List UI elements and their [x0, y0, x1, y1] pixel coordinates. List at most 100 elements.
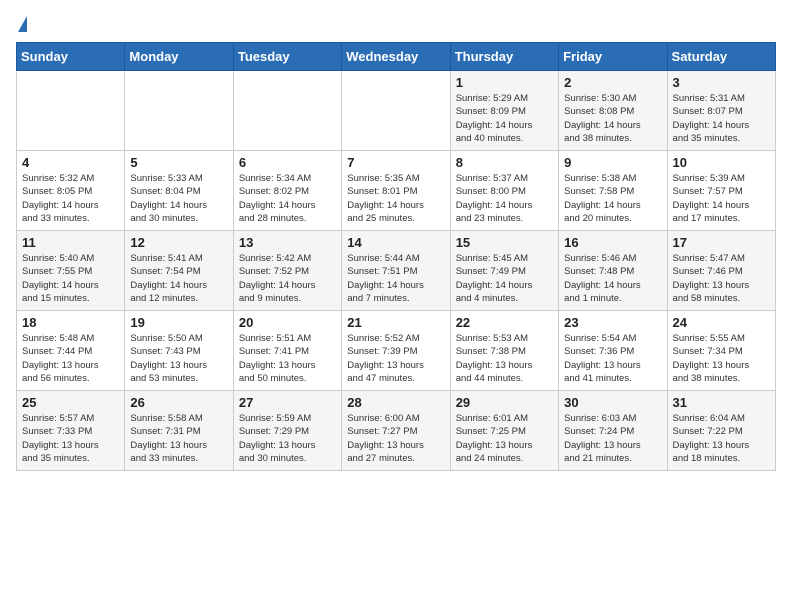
day-info: Sunrise: 6:04 AM Sunset: 7:22 PM Dayligh… [673, 412, 770, 465]
day-number: 12 [130, 235, 227, 250]
logo-arrow-icon [18, 16, 27, 32]
calendar-cell: 1 Sunrise: 5:29 AM Sunset: 8:09 PM Daylig… [450, 71, 558, 151]
day-number: 2 [564, 75, 661, 90]
calendar-cell [17, 71, 125, 151]
calendar-cell [342, 71, 450, 151]
day-info: Sunrise: 6:01 AM Sunset: 7:25 PM Dayligh… [456, 412, 553, 465]
weekday-header-row: SundayMondayTuesdayWednesdayThursdayFrid… [17, 43, 776, 71]
day-info: Sunrise: 5:53 AM Sunset: 7:38 PM Dayligh… [456, 332, 553, 385]
day-info: Sunrise: 5:39 AM Sunset: 7:57 PM Dayligh… [673, 172, 770, 225]
weekday-header-tuesday: Tuesday [233, 43, 341, 71]
day-number: 11 [22, 235, 119, 250]
calendar-cell: 10 Sunrise: 5:39 AM Sunset: 7:57 PM Dayli… [667, 151, 775, 231]
day-number: 21 [347, 315, 444, 330]
day-info: Sunrise: 5:57 AM Sunset: 7:33 PM Dayligh… [22, 412, 119, 465]
day-number: 4 [22, 155, 119, 170]
day-number: 26 [130, 395, 227, 410]
day-info: Sunrise: 5:46 AM Sunset: 7:48 PM Dayligh… [564, 252, 661, 305]
calendar-cell [125, 71, 233, 151]
day-number: 30 [564, 395, 661, 410]
day-number: 5 [130, 155, 227, 170]
day-number: 13 [239, 235, 336, 250]
day-info: Sunrise: 5:42 AM Sunset: 7:52 PM Dayligh… [239, 252, 336, 305]
day-info: Sunrise: 5:34 AM Sunset: 8:02 PM Dayligh… [239, 172, 336, 225]
page-header [16, 16, 776, 32]
calendar-cell: 24 Sunrise: 5:55 AM Sunset: 7:34 PM Dayli… [667, 311, 775, 391]
weekday-header-saturday: Saturday [667, 43, 775, 71]
calendar-cell: 23Sunrise: 5:54 AM Sunset: 7:36 PM Dayli… [559, 311, 667, 391]
day-info: Sunrise: 5:48 AM Sunset: 7:44 PM Dayligh… [22, 332, 119, 385]
calendar-cell: 16 Sunrise: 5:46 AM Sunset: 7:48 PM Dayli… [559, 231, 667, 311]
day-info: Sunrise: 5:33 AM Sunset: 8:04 PM Dayligh… [130, 172, 227, 225]
day-number: 16 [564, 235, 661, 250]
day-info: Sunrise: 5:30 AM Sunset: 8:08 PM Dayligh… [564, 92, 661, 145]
day-info: Sunrise: 5:52 AM Sunset: 7:39 PM Dayligh… [347, 332, 444, 385]
calendar-cell: 17 Sunrise: 5:47 AM Sunset: 7:46 PM Dayli… [667, 231, 775, 311]
calendar-cell: 18Sunrise: 5:48 AM Sunset: 7:44 PM Dayli… [17, 311, 125, 391]
day-info: Sunrise: 5:58 AM Sunset: 7:31 PM Dayligh… [130, 412, 227, 465]
week-row-4: 18Sunrise: 5:48 AM Sunset: 7:44 PM Dayli… [17, 311, 776, 391]
day-info: Sunrise: 6:03 AM Sunset: 7:24 PM Dayligh… [564, 412, 661, 465]
day-number: 15 [456, 235, 553, 250]
day-info: Sunrise: 5:51 AM Sunset: 7:41 PM Dayligh… [239, 332, 336, 385]
day-info: Sunrise: 5:37 AM Sunset: 8:00 PM Dayligh… [456, 172, 553, 225]
day-info: Sunrise: 5:44 AM Sunset: 7:51 PM Dayligh… [347, 252, 444, 305]
day-number: 17 [673, 235, 770, 250]
day-number: 14 [347, 235, 444, 250]
day-info: Sunrise: 5:29 AM Sunset: 8:09 PM Dayligh… [456, 92, 553, 145]
day-info: Sunrise: 6:00 AM Sunset: 7:27 PM Dayligh… [347, 412, 444, 465]
calendar-cell: 3Sunrise: 5:31 AM Sunset: 8:07 PM Daylig… [667, 71, 775, 151]
day-info: Sunrise: 5:45 AM Sunset: 7:49 PM Dayligh… [456, 252, 553, 305]
week-row-3: 11 Sunrise: 5:40 AM Sunset: 7:55 PM Dayli… [17, 231, 776, 311]
calendar-cell: 29 Sunrise: 6:01 AM Sunset: 7:25 PM Dayli… [450, 391, 558, 471]
day-number: 10 [673, 155, 770, 170]
calendar-cell: 5 Sunrise: 5:33 AM Sunset: 8:04 PM Daylig… [125, 151, 233, 231]
day-number: 8 [456, 155, 553, 170]
day-info: Sunrise: 5:41 AM Sunset: 7:54 PM Dayligh… [130, 252, 227, 305]
calendar-cell: 4 Sunrise: 5:32 AM Sunset: 8:05 PM Daylig… [17, 151, 125, 231]
calendar-cell: 15 Sunrise: 5:45 AM Sunset: 7:49 PM Dayli… [450, 231, 558, 311]
calendar-cell [233, 71, 341, 151]
logo [16, 16, 27, 32]
calendar-cell: 28Sunrise: 6:00 AM Sunset: 7:27 PM Dayli… [342, 391, 450, 471]
day-info: Sunrise: 5:32 AM Sunset: 8:05 PM Dayligh… [22, 172, 119, 225]
day-info: Sunrise: 5:59 AM Sunset: 7:29 PM Dayligh… [239, 412, 336, 465]
calendar-cell: 21 Sunrise: 5:52 AM Sunset: 7:39 PM Dayli… [342, 311, 450, 391]
week-row-2: 4 Sunrise: 5:32 AM Sunset: 8:05 PM Daylig… [17, 151, 776, 231]
day-number: 20 [239, 315, 336, 330]
day-number: 22 [456, 315, 553, 330]
calendar-cell: 22 Sunrise: 5:53 AM Sunset: 7:38 PM Dayli… [450, 311, 558, 391]
day-info: Sunrise: 5:35 AM Sunset: 8:01 PM Dayligh… [347, 172, 444, 225]
day-number: 7 [347, 155, 444, 170]
weekday-header-wednesday: Wednesday [342, 43, 450, 71]
calendar-cell: 27 Sunrise: 5:59 AM Sunset: 7:29 PM Dayli… [233, 391, 341, 471]
calendar-cell: 13 Sunrise: 5:42 AM Sunset: 7:52 PM Dayli… [233, 231, 341, 311]
calendar-cell: 11 Sunrise: 5:40 AM Sunset: 7:55 PM Dayli… [17, 231, 125, 311]
calendar-cell: 26 Sunrise: 5:58 AM Sunset: 7:31 PM Dayli… [125, 391, 233, 471]
calendar-cell: 14 Sunrise: 5:44 AM Sunset: 7:51 PM Dayli… [342, 231, 450, 311]
day-number: 6 [239, 155, 336, 170]
day-info: Sunrise: 5:54 AM Sunset: 7:36 PM Dayligh… [564, 332, 661, 385]
calendar-cell: 6 Sunrise: 5:34 AM Sunset: 8:02 PM Daylig… [233, 151, 341, 231]
day-number: 3 [673, 75, 770, 90]
day-number: 9 [564, 155, 661, 170]
calendar-cell: 7 Sunrise: 5:35 AM Sunset: 8:01 PM Daylig… [342, 151, 450, 231]
day-number: 24 [673, 315, 770, 330]
calendar-cell: 30 Sunrise: 6:03 AM Sunset: 7:24 PM Dayli… [559, 391, 667, 471]
calendar-cell: 19Sunrise: 5:50 AM Sunset: 7:43 PM Dayli… [125, 311, 233, 391]
calendar-cell: 25Sunrise: 5:57 AM Sunset: 7:33 PM Dayli… [17, 391, 125, 471]
weekday-header-friday: Friday [559, 43, 667, 71]
day-info: Sunrise: 5:40 AM Sunset: 7:55 PM Dayligh… [22, 252, 119, 305]
calendar-cell: 31Sunrise: 6:04 AM Sunset: 7:22 PM Dayli… [667, 391, 775, 471]
day-number: 29 [456, 395, 553, 410]
weekday-header-thursday: Thursday [450, 43, 558, 71]
weekday-header-sunday: Sunday [17, 43, 125, 71]
calendar-cell: 12 Sunrise: 5:41 AM Sunset: 7:54 PM Dayli… [125, 231, 233, 311]
day-info: Sunrise: 5:55 AM Sunset: 7:34 PM Dayligh… [673, 332, 770, 385]
day-info: Sunrise: 5:47 AM Sunset: 7:46 PM Dayligh… [673, 252, 770, 305]
day-number: 1 [456, 75, 553, 90]
calendar-cell: 8 Sunrise: 5:37 AM Sunset: 8:00 PM Daylig… [450, 151, 558, 231]
calendar-table: SundayMondayTuesdayWednesdayThursdayFrid… [16, 42, 776, 471]
day-number: 27 [239, 395, 336, 410]
week-row-5: 25Sunrise: 5:57 AM Sunset: 7:33 PM Dayli… [17, 391, 776, 471]
